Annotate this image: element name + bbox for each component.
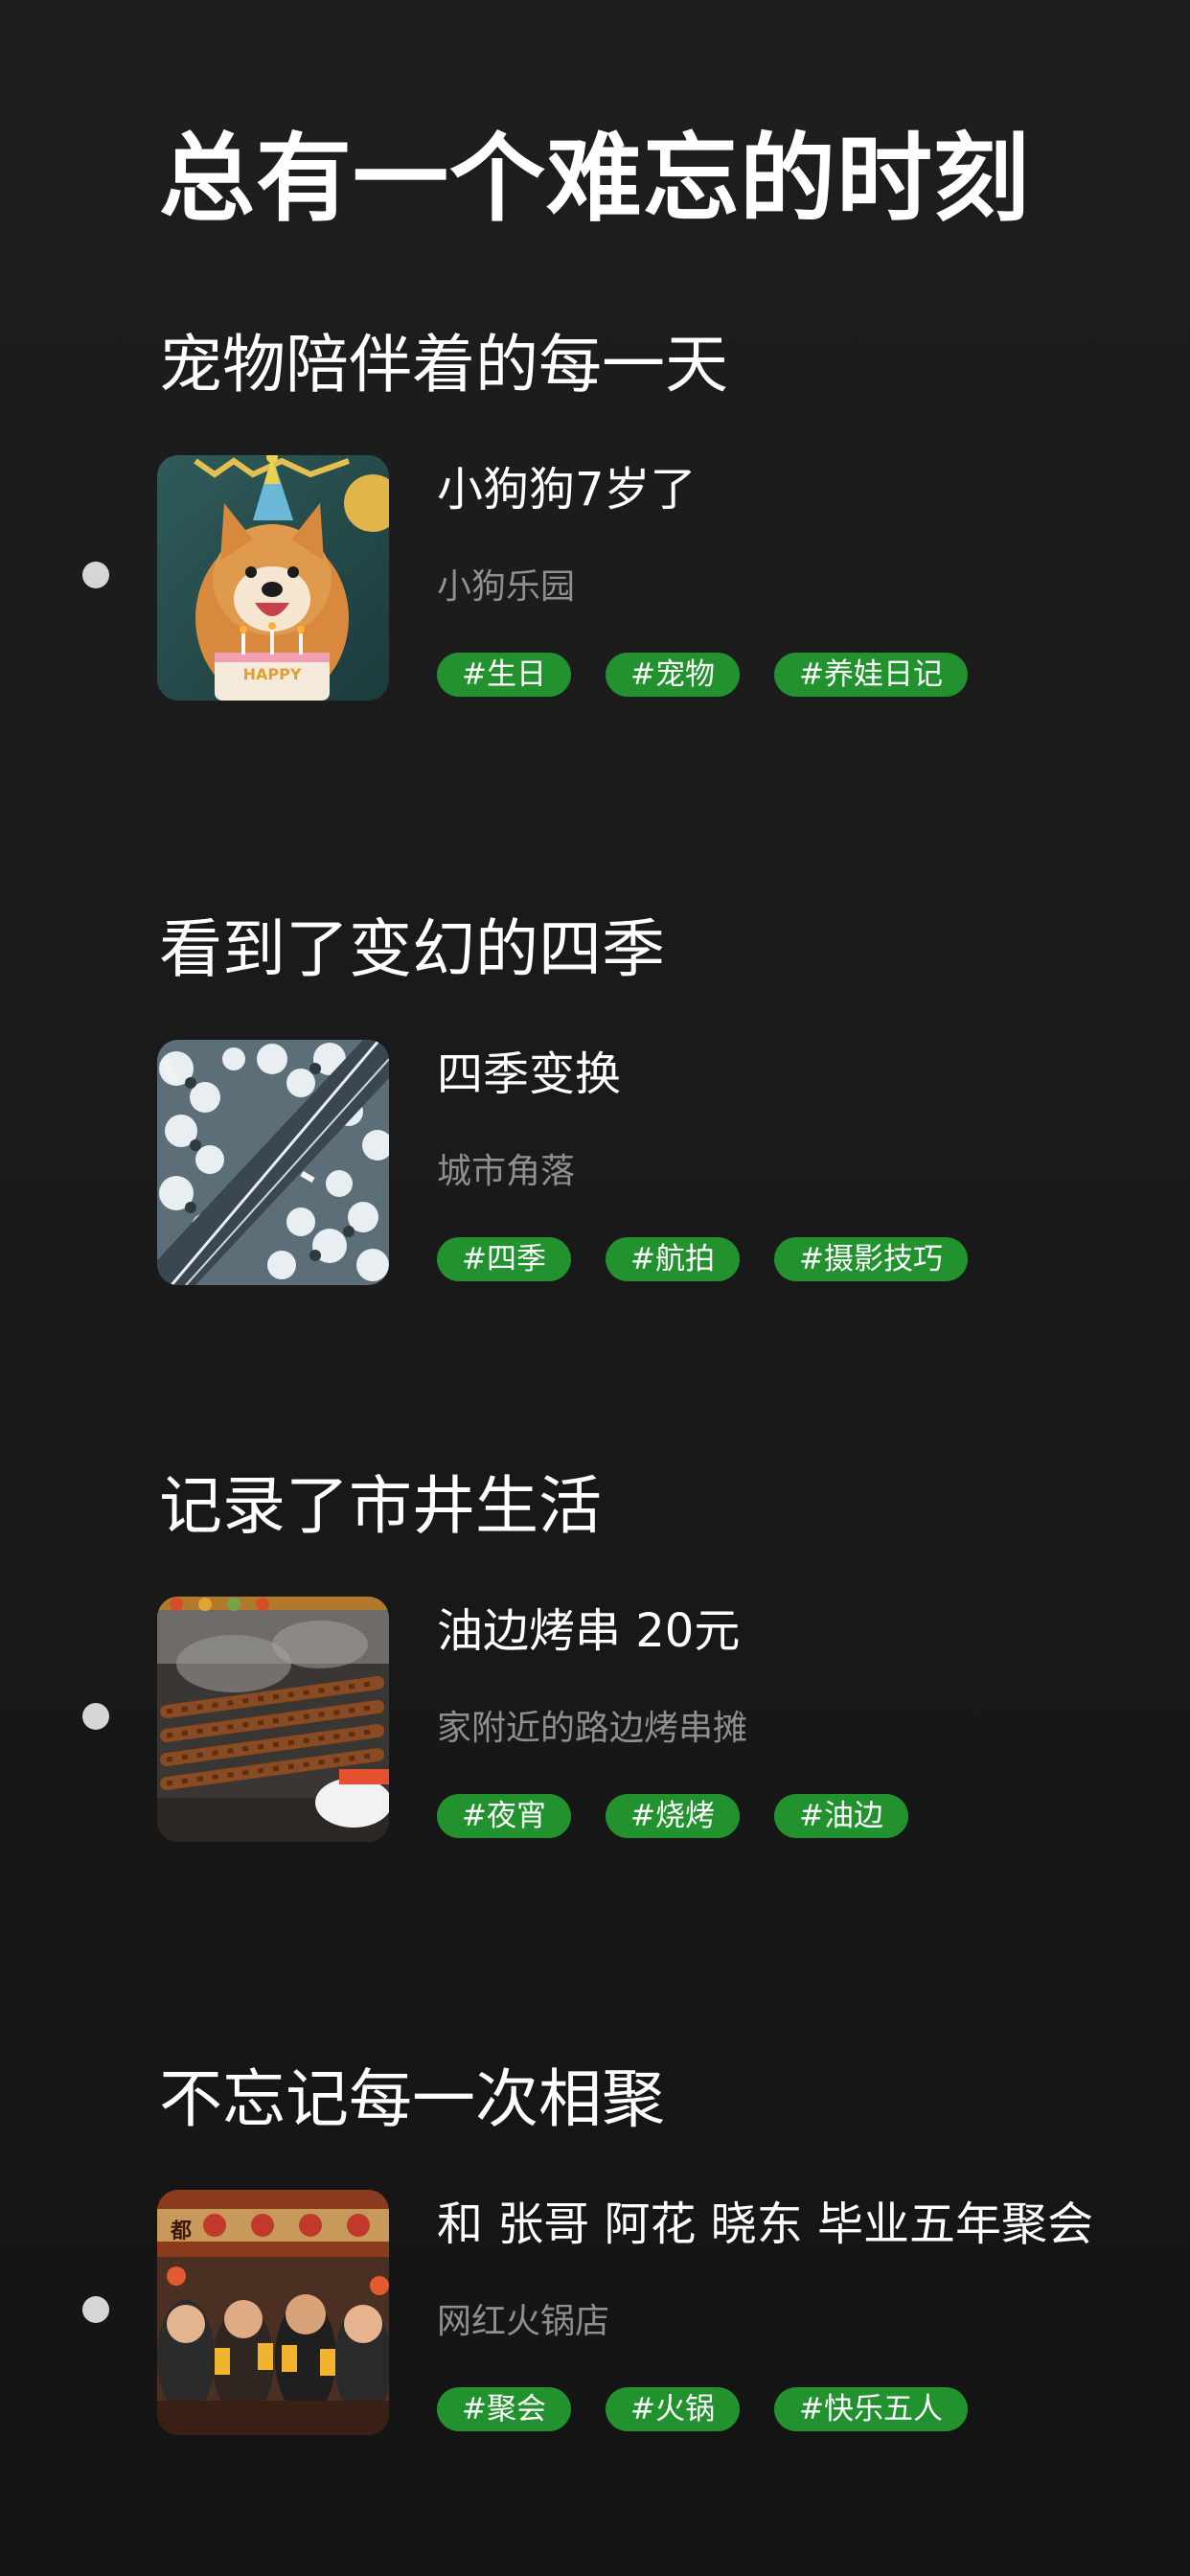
timeline-dot bbox=[82, 2296, 109, 2323]
hotpot-friends-photo: 都 bbox=[157, 2190, 389, 2435]
tag-chip[interactable]: #宠物 bbox=[605, 653, 740, 697]
card-title: 油边烤串 20元 bbox=[437, 1604, 741, 1658]
card-title: 小狗狗7岁了 bbox=[437, 463, 697, 517]
tag-list: #四季 #航拍 #摄影技巧 bbox=[437, 1237, 968, 1281]
restaurant-sign-text: 都 bbox=[170, 2220, 192, 2243]
moment-section-reunion: 不忘记每一次相聚 都 和 张哥 阿花 晓东 毕业五年聚会 网红火锅店 #聚会 #… bbox=[0, 2062, 1190, 2449]
card-subtitle: 家附近的路边烤串摊 bbox=[437, 1709, 748, 1748]
card-subtitle: 小狗乐园 bbox=[437, 567, 576, 607]
tag-list: #夜宵 #烧烤 #油边 bbox=[437, 1794, 908, 1838]
timeline-dot bbox=[82, 1703, 109, 1730]
moment-section-street-life: 记录了市井生活 油边烤串 20元 家附近的路边烤串摊 #夜宵 #烧烤 #油边 bbox=[0, 1469, 1190, 1855]
moment-card[interactable]: 都 和 张哥 阿花 晓东 毕业五年聚会 网红火锅店 #聚会 #火锅 #快乐五人 bbox=[157, 2190, 1154, 2435]
section-heading: 宠物陪伴着的每一天 bbox=[159, 328, 728, 402]
section-heading: 记录了市井生活 bbox=[159, 1469, 602, 1543]
tag-chip[interactable]: #油边 bbox=[773, 1794, 908, 1838]
birthday-dog-photo: HAPPY bbox=[157, 455, 389, 701]
card-subtitle: 城市角落 bbox=[437, 1152, 576, 1191]
bbq-skewers-photo bbox=[157, 1597, 389, 1842]
tag-chip[interactable]: #生日 bbox=[437, 653, 571, 697]
cake-text: HAPPY bbox=[243, 665, 302, 683]
moment-card[interactable]: 四季变换 城市角落 #四季 #航拍 #摄影技巧 bbox=[157, 1040, 1154, 1285]
snowy-forest-aerial-photo bbox=[157, 1040, 389, 1285]
tag-chip[interactable]: #四季 bbox=[437, 1237, 571, 1281]
card-title: 四季变换 bbox=[437, 1047, 622, 1101]
card-subtitle: 网红火锅店 bbox=[437, 2302, 610, 2341]
section-heading: 看到了变幻的四季 bbox=[159, 912, 665, 986]
tag-chip[interactable]: #火锅 bbox=[605, 2387, 740, 2431]
page-title: 总有一个难忘的时刻 bbox=[159, 123, 1030, 235]
moment-card[interactable]: HAPPY 小狗狗7岁了 小狗乐园 #生日 #宠物 #养娃日记 bbox=[157, 455, 1154, 701]
section-heading: 不忘记每一次相聚 bbox=[159, 2062, 665, 2136]
card-title: 和 张哥 阿花 晓东 毕业五年聚会 bbox=[437, 2197, 1094, 2251]
tag-chip[interactable]: #摄影技巧 bbox=[773, 1237, 968, 1281]
tag-list: #生日 #宠物 #养娃日记 bbox=[437, 653, 968, 697]
tag-chip[interactable]: #烧烤 bbox=[605, 1794, 740, 1838]
tag-list: #聚会 #火锅 #快乐五人 bbox=[437, 2387, 968, 2431]
tag-chip[interactable]: #夜宵 bbox=[437, 1794, 571, 1838]
moment-section-pets: 宠物陪伴着的每一天 HAPPY 小狗狗7岁了 小狗乐园 #生日 #宠物 #养娃日… bbox=[0, 328, 1190, 714]
tag-chip[interactable]: #聚会 bbox=[437, 2387, 571, 2431]
moment-section-seasons: 看到了变幻的四季 四季变换 城市角落 #四季 #航拍 #摄影技巧 bbox=[0, 912, 1190, 1299]
timeline-dot bbox=[82, 562, 109, 588]
moment-card[interactable]: 油边烤串 20元 家附近的路边烤串摊 #夜宵 #烧烤 #油边 bbox=[157, 1597, 1154, 1842]
tag-chip[interactable]: #养娃日记 bbox=[773, 653, 968, 697]
tag-chip[interactable]: #航拍 bbox=[605, 1237, 740, 1281]
tag-chip[interactable]: #快乐五人 bbox=[773, 2387, 968, 2431]
